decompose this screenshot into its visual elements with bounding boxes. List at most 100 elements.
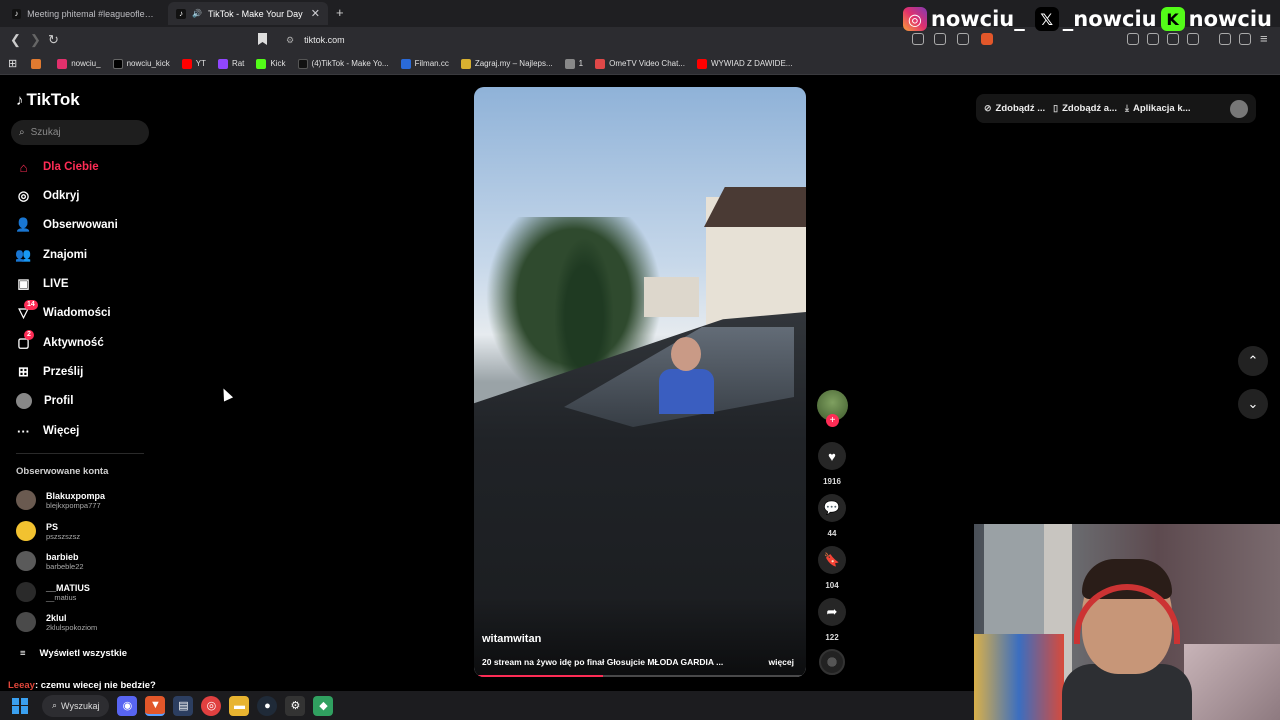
comment-button[interactable]: 💬 (818, 494, 846, 522)
show-all-label: Wyświetl wszystkie (39, 648, 128, 659)
bookmark-icon[interactable] (258, 33, 267, 45)
account-handle: barbeble22 (46, 561, 84, 571)
bookmark-item[interactable]: nowciu_ (57, 58, 101, 69)
chat-text: : czemu wiecej nie bedzie? (34, 680, 156, 691)
settings-icon[interactable]: ⚙ (285, 695, 306, 716)
bookmark-item[interactable]: Rat (217, 58, 244, 69)
windows-start-icon[interactable] (12, 697, 28, 714)
coin-icon: ⊘ (984, 103, 992, 113)
webcam-background (974, 634, 1064, 720)
browser-tab[interactable]: ♪ Meeting phitemal #leagueoflegends (4, 2, 164, 25)
back-icon[interactable]: ❮ (10, 32, 21, 48)
search-input[interactable]: ⌕ Szukaj (11, 120, 149, 145)
previous-video-button[interactable]: ⌃ (1238, 346, 1268, 376)
share-icon[interactable] (957, 33, 969, 45)
home-icon: ⌂ (19, 159, 28, 175)
bookmark-item[interactable]: Filman.cc (400, 58, 449, 69)
app-icon[interactable]: ▤ (173, 695, 194, 716)
wallet-icon[interactable] (1239, 33, 1251, 45)
forward-icon[interactable]: ❯ (30, 32, 41, 48)
sidebar-divider (16, 453, 144, 454)
bookmark-item[interactable]: 1 (564, 58, 583, 69)
nav-more[interactable]: ··· Więcej (16, 421, 79, 441)
save-button[interactable]: 🔖 (818, 546, 846, 574)
get-coins-button[interactable]: ⊘ Zdobądź ... (984, 103, 1045, 114)
tiktok-favicon-icon: ♪ (176, 8, 186, 19)
like-button[interactable]: ♥ (818, 442, 846, 470)
chevron-up-icon: ⌃ (1247, 353, 1259, 368)
avatar (16, 521, 36, 541)
get-app-button[interactable]: ▯ Zdobądź a... (1053, 103, 1117, 114)
nav-following[interactable]: 👤 Obserwowani (15, 215, 117, 235)
video-author[interactable]: witamwitan (482, 633, 541, 645)
sidebar-icon[interactable] (1187, 33, 1199, 45)
list-icon: ≡ (20, 648, 26, 659)
webcam-overlay (974, 524, 1280, 720)
avatar (16, 490, 36, 510)
extension-icon[interactable] (1127, 33, 1139, 45)
bookmarks-bar: ⊞ nowciu_ nowciu_kick YT Rat Kick (4)Tik… (0, 53, 1280, 75)
discord-icon[interactable]: ◉ (117, 695, 138, 716)
nav-profile[interactable]: Profil (16, 391, 73, 411)
desktop-app-button[interactable]: ⤓ Aplikacja k... (1125, 103, 1191, 114)
instagram-icon (57, 58, 68, 69)
media-icon[interactable] (912, 33, 924, 45)
more-button[interactable]: więcej (768, 657, 794, 667)
folder-icon[interactable]: ▬ (229, 695, 250, 716)
bookmark-item[interactable]: WYWIAD Z DAWIDE... (696, 58, 792, 69)
bookmark-item[interactable]: Kick (256, 58, 286, 69)
brave-icon[interactable]: ▼ (145, 695, 166, 716)
site-info-icon[interactable]: ⚙ (286, 35, 294, 46)
nav-for-you[interactable]: ⌂ Dla Ciebie (16, 157, 99, 177)
puzzle-icon[interactable] (1167, 33, 1179, 45)
video-player[interactable]: witamwitan 20 stream na żywo idę po fina… (474, 87, 806, 677)
nav-upload[interactable]: ⊞ Prześlij (16, 362, 83, 382)
bookmark-item[interactable]: (4)TikTok - Make Yo... (297, 58, 389, 69)
chrome-icon[interactable]: ◎ (201, 695, 222, 716)
next-video-button[interactable]: ⌄ (1238, 389, 1268, 419)
bookmark-item[interactable]: OmeTV Video Chat... (595, 58, 685, 69)
music-icon[interactable] (1219, 33, 1231, 45)
follow-plus-icon[interactable]: + (826, 414, 839, 427)
streamer (1062, 559, 1192, 720)
nav-live[interactable]: ▣ LIVE (16, 274, 68, 294)
reload-icon[interactable]: ↻ (48, 32, 59, 48)
url-field[interactable]: ⚙ tiktok.com (278, 30, 1003, 50)
music-disc-icon[interactable] (819, 649, 845, 675)
kick-handle: nowciu (1188, 7, 1272, 31)
nav-messages[interactable]: ▽ 14 Wiadomości (16, 299, 111, 323)
tiktok-logo[interactable]: ♪ TikTok (16, 90, 80, 110)
nav-activity[interactable]: ▢ 2 Aktywność (16, 329, 104, 353)
followed-account-item[interactable]: PS pszszszsz (16, 521, 80, 541)
followed-account-item[interactable]: __MATIUS __matius (16, 582, 90, 602)
nav-friends[interactable]: 👥 Znajomi (15, 245, 87, 265)
new-tab-button[interactable]: + (336, 5, 344, 20)
followed-account-item[interactable]: Blakuxpompa blejkxpompa777 (16, 490, 105, 510)
share-button[interactable]: ➦ (818, 598, 846, 626)
vpn-icon[interactable] (1147, 33, 1159, 45)
close-tab-icon[interactable]: ✕ (311, 7, 320, 20)
bookmark-favicon-icon (400, 58, 411, 69)
user-avatar[interactable] (1230, 99, 1248, 118)
taskbar-search[interactable]: ⌕ Wyszukaj (42, 694, 110, 717)
browser-tab-active[interactable]: ♪ 🔊 TikTok - Make Your Day ✕ (168, 2, 328, 25)
cast-icon[interactable] (934, 33, 946, 45)
obs-icon[interactable]: ● (257, 695, 278, 716)
apps-grid-icon[interactable]: ⊞ (8, 57, 17, 70)
video-frame (644, 277, 699, 317)
nav-explore[interactable]: ◎ Odkryj (16, 186, 80, 206)
bookmark-item[interactable]: Zagraj.my – Najleps... (460, 58, 553, 69)
followed-account-item[interactable]: 2klul 2klulspokoziom (16, 612, 97, 632)
bookmark-item[interactable] (31, 58, 45, 69)
show-all-button[interactable]: ≡ Wyświetl wszystkie (20, 648, 127, 659)
video-progress-bar[interactable] (474, 675, 806, 677)
bookmark-item[interactable]: YT (181, 58, 206, 69)
x-handle: _nowciu (1062, 7, 1157, 31)
account-handle: blejkxpompa777 (46, 500, 101, 510)
bookmark-item[interactable]: nowciu_kick (112, 58, 170, 69)
brave-shield-icon[interactable] (981, 33, 993, 45)
nav-label: Wiadomości (43, 307, 111, 319)
tiktok-favicon-icon: ♪ (12, 8, 22, 19)
game-icon[interactable]: ◆ (313, 695, 334, 716)
followed-account-item[interactable]: barbieb barbeble22 (16, 551, 84, 571)
